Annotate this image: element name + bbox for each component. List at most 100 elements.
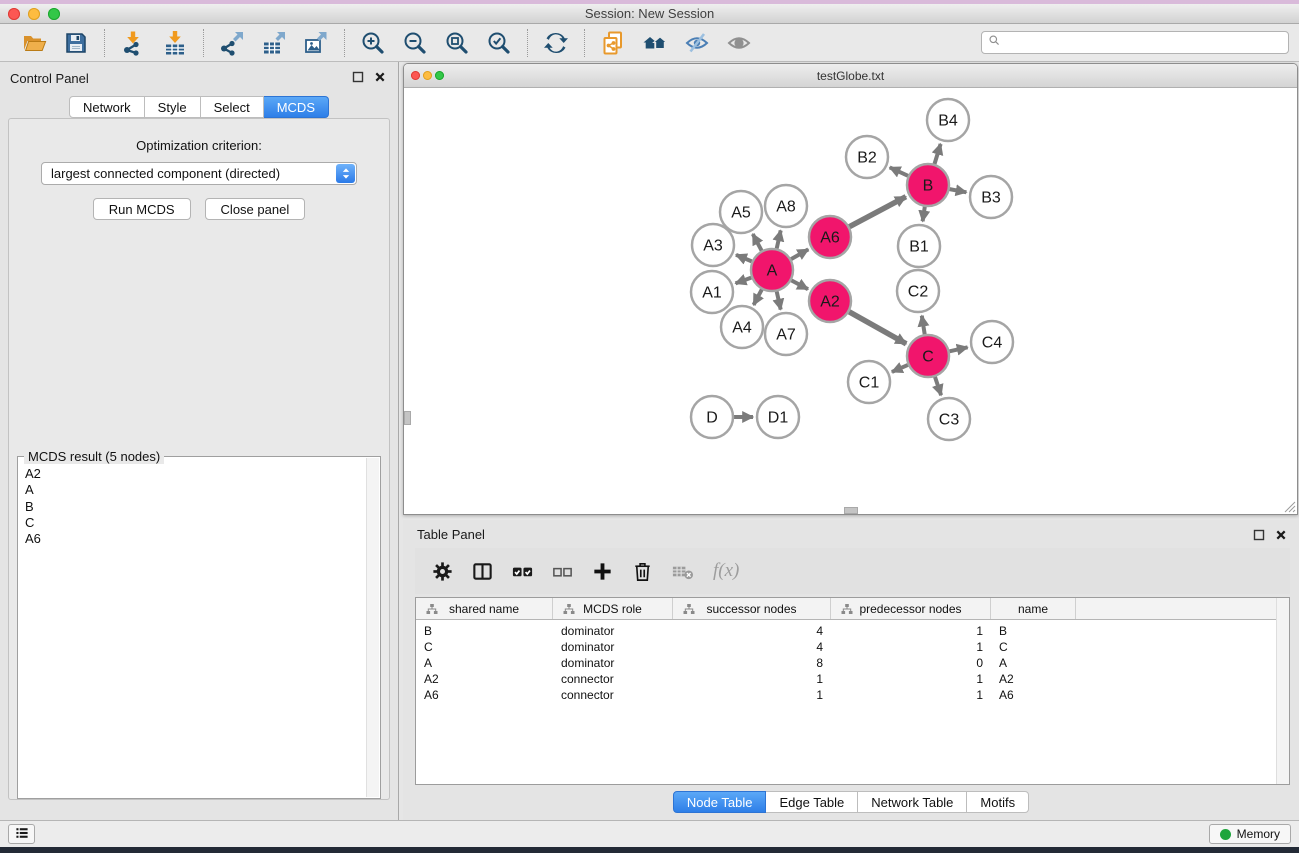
edge-B-B4[interactable] bbox=[935, 144, 941, 164]
table-cell[interactable]: 0 bbox=[831, 656, 991, 670]
edge-C-C1[interactable] bbox=[892, 365, 908, 372]
memory-button[interactable]: Memory bbox=[1209, 824, 1291, 844]
graph-node-D1[interactable]: D1 bbox=[757, 396, 799, 438]
edge-A-A7[interactable] bbox=[777, 292, 781, 310]
graph-node-A6[interactable]: A6 bbox=[809, 216, 851, 258]
export-network-button[interactable] bbox=[215, 28, 249, 58]
function-builder-button[interactable]: f(x) bbox=[711, 560, 741, 582]
edge-A2-C[interactable] bbox=[849, 312, 906, 344]
table-row[interactable]: A2connector11A2 bbox=[416, 671, 1289, 687]
float-panel-icon[interactable] bbox=[351, 70, 364, 83]
tab-style[interactable]: Style bbox=[145, 96, 201, 118]
graph-node-A7[interactable]: A7 bbox=[765, 313, 807, 355]
graph-node-A1[interactable]: A1 bbox=[691, 271, 733, 313]
task-history-button[interactable] bbox=[8, 824, 35, 844]
optimization-criterion-dropdown[interactable]: largest connected component (directed) bbox=[41, 162, 357, 185]
split-columns-button[interactable] bbox=[471, 560, 494, 583]
graph-node-B2[interactable]: B2 bbox=[846, 136, 888, 178]
deselect-all-columns-button[interactable] bbox=[551, 560, 574, 583]
network-canvas[interactable]: B4 B2 B B3 A5 A8 A6 B1 A3 A C2 A1 A2 bbox=[404, 88, 1297, 514]
table-scrollbar[interactable] bbox=[1276, 598, 1289, 784]
graph-node-C[interactable]: C bbox=[907, 335, 949, 377]
table-cell[interactable]: 4 bbox=[673, 640, 831, 654]
tab-network-table[interactable]: Network Table bbox=[858, 791, 967, 813]
table-cell[interactable]: 1 bbox=[831, 688, 991, 702]
edge-C-C3[interactable] bbox=[935, 377, 941, 395]
table-cell[interactable]: dominator bbox=[553, 656, 673, 670]
settings-button[interactable] bbox=[431, 560, 454, 583]
column-header-mcds-role[interactable]: MCDS role bbox=[553, 598, 673, 619]
graph-node-B1[interactable]: B1 bbox=[898, 225, 940, 267]
graph-node-B3[interactable]: B3 bbox=[970, 176, 1012, 218]
table-cell[interactable]: A6 bbox=[416, 688, 553, 702]
zoom-fit-button[interactable] bbox=[440, 28, 474, 58]
column-header-shared-name[interactable]: shared name bbox=[416, 598, 553, 619]
zoom-out-button[interactable] bbox=[398, 28, 432, 58]
table-cell[interactable]: dominator bbox=[553, 640, 673, 654]
table-cell[interactable]: A bbox=[416, 656, 553, 670]
edge-A-A8[interactable] bbox=[777, 230, 781, 248]
edge-A-A3[interactable] bbox=[736, 255, 752, 262]
hide-selected-button[interactable] bbox=[680, 28, 714, 58]
table-cell[interactable]: 8 bbox=[673, 656, 831, 670]
open-file-button[interactable] bbox=[17, 28, 51, 58]
table-cell[interactable]: 1 bbox=[831, 624, 991, 638]
network-close-button[interactable] bbox=[411, 71, 420, 80]
show-all-button[interactable] bbox=[722, 28, 756, 58]
edge-B-B3[interactable] bbox=[950, 189, 967, 192]
resize-grip-icon[interactable] bbox=[1282, 499, 1296, 513]
graph-node-A5[interactable]: A5 bbox=[720, 191, 762, 233]
edge-A-A2[interactable] bbox=[791, 280, 808, 289]
delete-column-button[interactable] bbox=[631, 560, 654, 583]
table-row[interactable]: A6connector11A6 bbox=[416, 687, 1289, 703]
mcds-result-item[interactable]: A6 bbox=[20, 531, 366, 547]
import-network-button[interactable] bbox=[116, 28, 150, 58]
graph-node-B[interactable]: B bbox=[907, 164, 949, 206]
zoom-selected-button[interactable] bbox=[482, 28, 516, 58]
table-cell[interactable]: A6 bbox=[991, 688, 1076, 702]
tab-edge-table[interactable]: Edge Table bbox=[766, 791, 858, 813]
table-row[interactable]: Bdominator41B bbox=[416, 623, 1289, 639]
table-cell[interactable]: A bbox=[991, 656, 1076, 670]
edge-A-A1[interactable] bbox=[736, 278, 752, 284]
network-zoom-button[interactable] bbox=[435, 71, 444, 80]
table-cell[interactable]: connector bbox=[553, 672, 673, 686]
tab-network[interactable]: Network bbox=[69, 96, 145, 118]
add-column-button[interactable] bbox=[591, 560, 614, 583]
close-window-button[interactable] bbox=[8, 8, 20, 20]
graph-node-C3[interactable]: C3 bbox=[928, 398, 970, 440]
select-all-columns-button[interactable] bbox=[511, 560, 534, 583]
table-cell[interactable]: dominator bbox=[553, 624, 673, 638]
table-row[interactable]: Adominator80A bbox=[416, 655, 1289, 671]
search-field[interactable] bbox=[981, 31, 1289, 54]
edge-C-C4[interactable] bbox=[950, 347, 968, 351]
edge-A6-B[interactable] bbox=[849, 197, 906, 227]
table-row[interactable]: Cdominator41C bbox=[416, 639, 1289, 655]
mcds-result-item[interactable]: B bbox=[20, 499, 366, 515]
close-panel-button[interactable]: Close panel bbox=[205, 198, 306, 220]
export-table-button[interactable] bbox=[257, 28, 291, 58]
table-cell[interactable]: 4 bbox=[673, 624, 831, 638]
tab-motifs[interactable]: Motifs bbox=[967, 791, 1029, 813]
table-cell[interactable]: C bbox=[416, 640, 553, 654]
table-cell[interactable]: 1 bbox=[673, 672, 831, 686]
mcds-result-item[interactable]: C bbox=[20, 515, 366, 531]
table-cell[interactable]: 1 bbox=[673, 688, 831, 702]
network-minimize-button[interactable] bbox=[423, 71, 432, 80]
clone-network-button[interactable] bbox=[596, 28, 630, 58]
graph-node-A[interactable]: A bbox=[751, 249, 793, 291]
float-panel-icon[interactable] bbox=[1252, 528, 1265, 541]
search-input[interactable] bbox=[1005, 35, 1282, 51]
tab-mcds[interactable]: MCDS bbox=[264, 96, 329, 118]
import-table-button[interactable] bbox=[158, 28, 192, 58]
save-session-button[interactable] bbox=[59, 28, 93, 58]
graph-node-B4[interactable]: B4 bbox=[927, 99, 969, 141]
graph-node-A4[interactable]: A4 bbox=[721, 306, 763, 348]
mcds-result-item[interactable]: A bbox=[20, 482, 366, 498]
tab-node-table[interactable]: Node Table bbox=[673, 791, 767, 813]
refresh-button[interactable] bbox=[539, 28, 573, 58]
table-cell[interactable]: 1 bbox=[831, 640, 991, 654]
graph-node-A2[interactable]: A2 bbox=[809, 280, 851, 322]
table-cell[interactable]: A2 bbox=[991, 672, 1076, 686]
column-header-name[interactable]: name bbox=[991, 598, 1076, 619]
